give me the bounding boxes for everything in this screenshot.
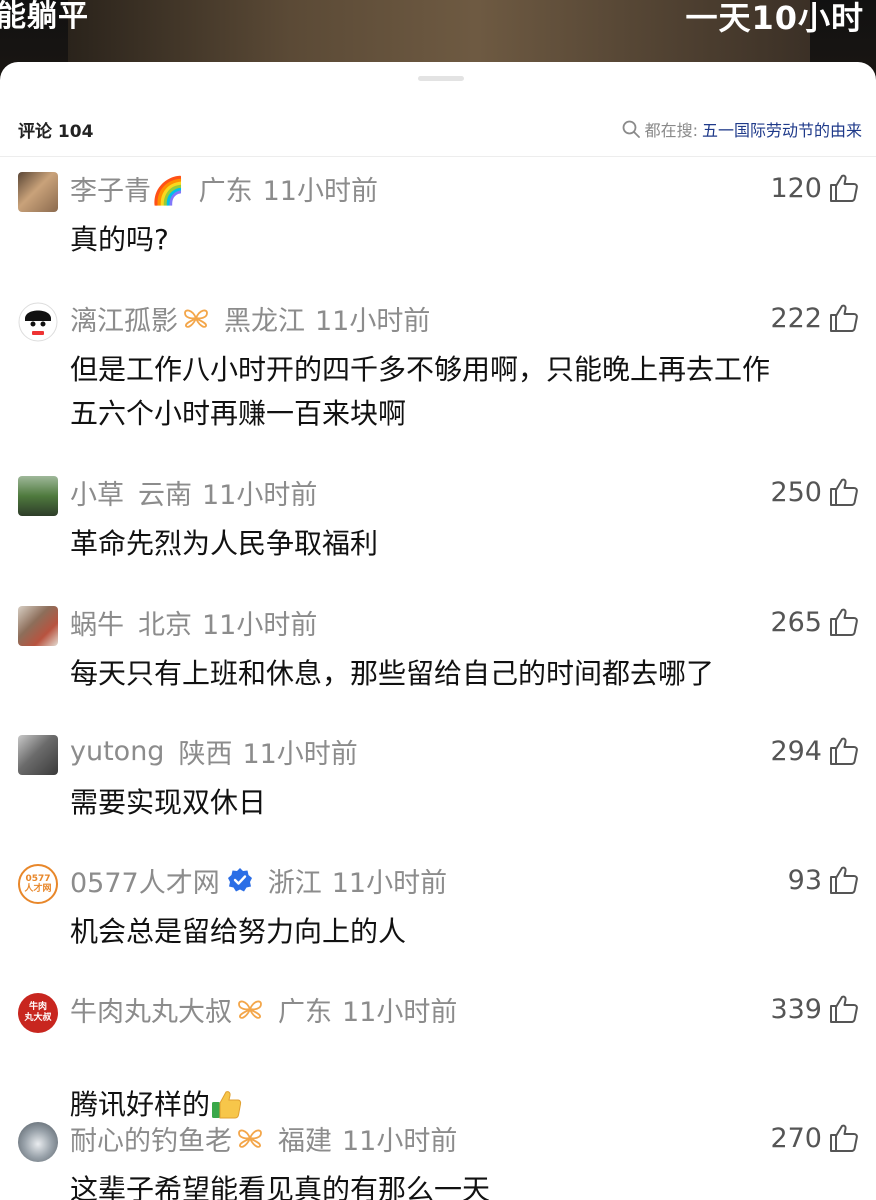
comment-time: 11小时前 xyxy=(202,479,318,511)
thumbs-up-emoji-icon xyxy=(212,1091,242,1119)
comment-time: 11小时前 xyxy=(342,1125,458,1157)
avatar[interactable]: 0577 人才网 xyxy=(18,864,58,904)
thumbs-up-icon xyxy=(830,866,858,894)
comment-meta: 小草 云南 11小时前 xyxy=(70,472,317,512)
like-count: 222 xyxy=(770,302,822,334)
author-name[interactable]: 耐心的钓鱼老 xyxy=(70,1119,232,1158)
like-count: 120 xyxy=(770,172,822,204)
like-button[interactable]: 339 xyxy=(770,989,860,1029)
comment-text: 需要实现双休日 xyxy=(70,786,267,819)
comment-text: 腾讯好样的 xyxy=(70,1088,211,1121)
avatar-logo-text: 0577 人才网 xyxy=(24,874,52,894)
comment-sheet: 评论 104 都在搜: 五一国际劳动节的由来 李子青🌈 广东 11小时前 120… xyxy=(0,62,876,1200)
comment-meta: yutong 陕西 11小时前 xyxy=(70,731,358,771)
author-name[interactable]: 蜗牛 xyxy=(70,603,124,642)
comment-text: 每天只有上班和休息，那些留给自己的时间都去哪了 xyxy=(70,657,715,690)
like-count: 270 xyxy=(770,1122,822,1154)
comment-meta: 0577人才网 浙江 11小时前 xyxy=(70,860,447,900)
author-name[interactable]: 漓江孤影 xyxy=(70,299,178,338)
thumbs-up-icon xyxy=(830,174,858,202)
search-prefix: 都在搜: xyxy=(644,121,698,140)
cartoon-avatar-icon xyxy=(18,302,58,342)
avatar[interactable] xyxy=(18,735,58,775)
like-button[interactable]: 250 xyxy=(770,472,860,512)
verified-badge-icon xyxy=(227,868,252,892)
avatar[interactable] xyxy=(18,476,58,516)
author-location: 广东 xyxy=(198,175,253,207)
thumbs-up-icon xyxy=(830,478,858,506)
comment-text: 但是工作八小时开的四千多不够用啊，只能晚上再去工作 五六个小时再赚一百来块啊 xyxy=(70,353,771,430)
avatar[interactable] xyxy=(18,1122,58,1162)
thumbs-up-icon xyxy=(830,1124,858,1152)
like-button[interactable]: 265 xyxy=(770,602,860,642)
like-count: 339 xyxy=(770,993,822,1025)
author-location: 黑龙江 xyxy=(224,305,305,337)
search-icon xyxy=(622,120,640,138)
like-button[interactable]: 93 xyxy=(788,860,860,900)
avatar[interactable] xyxy=(18,172,58,212)
video-caption-right: 一天10小时 xyxy=(685,0,864,37)
like-count: 250 xyxy=(770,476,822,508)
comment-text: 真的吗? xyxy=(70,223,169,256)
author-name[interactable]: 牛肉丸丸大叔 xyxy=(70,990,232,1029)
like-button[interactable]: 222 xyxy=(770,298,860,338)
thumbs-up-icon xyxy=(830,304,858,332)
trending-search-link[interactable]: 都在搜: 五一国际劳动节的由来 xyxy=(621,117,862,141)
comment-time: 11小时前 xyxy=(202,609,318,641)
comment-text: 这辈子希望能看见真的有那么一天 xyxy=(70,1173,491,1200)
comment-time: 11小时前 xyxy=(315,305,431,337)
comment-time: 11小时前 xyxy=(342,996,458,1028)
author-name[interactable]: 李子青🌈 xyxy=(70,169,185,208)
like-count: 265 xyxy=(770,606,822,638)
comment-text: 革命先烈为人民争取福利 xyxy=(70,527,379,560)
video-caption-left: 能躺平 xyxy=(0,0,89,34)
like-count: 294 xyxy=(770,735,822,767)
comment-meta: 牛肉丸丸大叔 广东 11小时前 xyxy=(70,989,457,1029)
author-location: 福建 xyxy=(278,1125,332,1157)
thumbs-up-icon xyxy=(830,995,858,1023)
author-name[interactable]: yutong xyxy=(70,736,164,767)
comment-time: 11小时前 xyxy=(262,175,378,207)
thumbs-up-icon xyxy=(830,608,858,636)
search-term[interactable]: 五一国际劳动节的由来 xyxy=(702,117,862,141)
fan-badge-icon xyxy=(238,1129,262,1148)
sheet-header: 评论 104 都在搜: 五一国际劳动节的由来 xyxy=(0,104,876,154)
comment-count: 评论 104 xyxy=(18,121,94,142)
comment-meta: 蜗牛 北京 11小时前 xyxy=(70,602,317,642)
comment-time: 11小时前 xyxy=(331,867,448,899)
like-button[interactable]: 120 xyxy=(770,168,860,208)
author-location: 广东 xyxy=(278,996,332,1028)
header-divider xyxy=(0,156,876,157)
avatar[interactable] xyxy=(18,606,58,646)
like-count: 93 xyxy=(787,864,822,896)
author-location: 云南 xyxy=(138,479,192,511)
comment-text: 机会总是留给努力向上的人 xyxy=(70,915,407,948)
thumbs-up-icon xyxy=(830,737,858,765)
like-button[interactable]: 294 xyxy=(770,731,860,771)
drag-handle[interactable] xyxy=(418,76,464,81)
avatar-logo-text: 牛肉 xyxy=(28,1002,47,1012)
author-name[interactable]: 小草 xyxy=(70,473,124,512)
author-location: 陕西 xyxy=(178,738,233,770)
avatar-logo-text: 丸大叔 xyxy=(24,1013,52,1023)
fan-badge-icon xyxy=(238,1000,262,1019)
avatar[interactable] xyxy=(18,302,58,342)
comment-text-wrap: 腾讯好样的 xyxy=(70,1039,850,1127)
author-location: 北京 xyxy=(138,609,192,641)
comment-meta: 漓江孤影 黑龙江 11小时前 xyxy=(70,298,430,338)
comment-meta: 李子青🌈 广东 11小时前 xyxy=(70,168,378,208)
comment-time: 11小时前 xyxy=(242,738,358,770)
author-location: 浙江 xyxy=(267,867,322,899)
comment-meta: 耐心的钓鱼老 福建 11小时前 xyxy=(70,1118,457,1158)
like-button[interactable]: 270 xyxy=(770,1118,860,1158)
author-name[interactable]: 0577人才网 xyxy=(70,861,220,900)
avatar[interactable]: 牛肉 丸大叔 xyxy=(18,993,58,1033)
fan-badge-icon xyxy=(184,309,208,328)
